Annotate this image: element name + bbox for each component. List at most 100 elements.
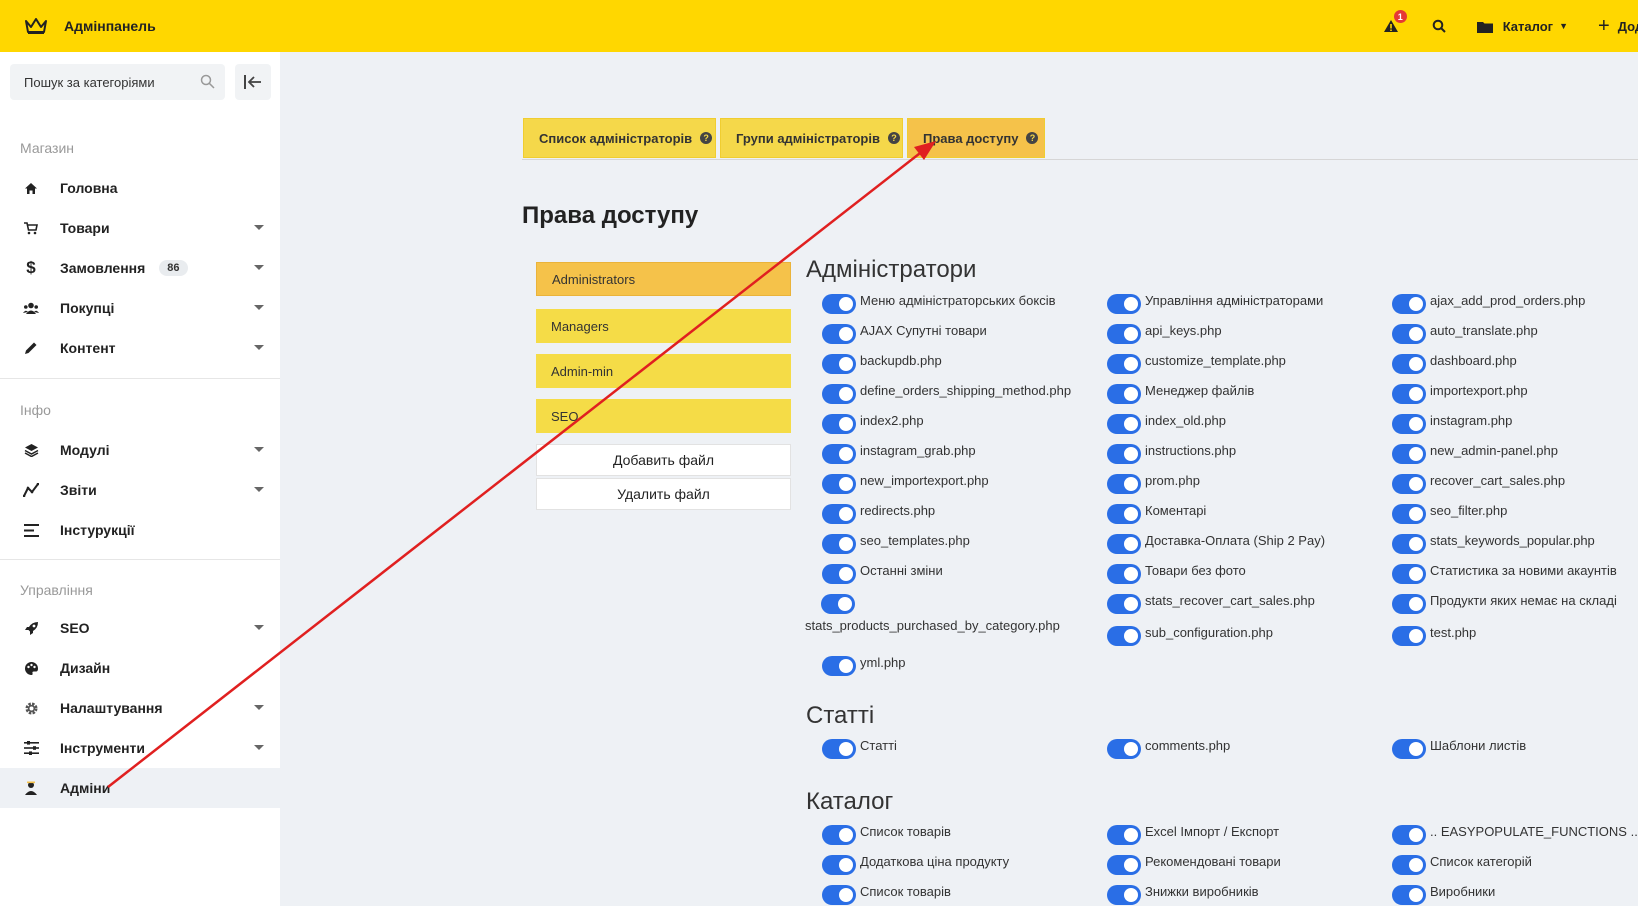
permission-toggle[interactable]	[1392, 294, 1426, 314]
permission-label: recover_cart_sales.php	[1430, 473, 1566, 488]
permission-label: comments.php	[1145, 738, 1231, 753]
permission-toggle[interactable]	[1392, 534, 1426, 554]
sidebar-item-admins[interactable]: Адміни	[0, 768, 280, 808]
permission-toggle[interactable]	[1392, 739, 1426, 759]
permission-toggle[interactable]	[1392, 564, 1426, 584]
sidebar-item-settings[interactable]: Налаштування	[0, 688, 280, 728]
group-item[interactable]: Admin-min	[536, 354, 791, 388]
permission-toggle[interactable]	[1107, 534, 1141, 554]
permission-toggle[interactable]	[1107, 594, 1141, 614]
sidebar-item-instructions[interactable]: Інстурукції	[0, 510, 280, 550]
permission-toggle[interactable]	[1392, 324, 1426, 344]
sidebar-item-home[interactable]: Головна	[0, 168, 280, 208]
permission-toggle[interactable]	[821, 594, 855, 614]
permission-label: api_keys.php	[1145, 323, 1222, 338]
remove-file-button[interactable]: Удалить файл	[536, 478, 791, 510]
sidebar-item-customers[interactable]: Покупці	[0, 288, 280, 328]
permission-toggle[interactable]	[1392, 414, 1426, 434]
permission-toggle[interactable]	[1107, 885, 1141, 905]
permission-toggle[interactable]	[822, 444, 856, 464]
sidebar-item-tools[interactable]: Інструменти	[0, 728, 280, 768]
permission-toggle[interactable]	[1392, 384, 1426, 404]
permission-item: Excel Імпорт / Експорт	[1107, 824, 1279, 845]
permission-toggle[interactable]	[1107, 444, 1141, 464]
permission-item: instructions.php	[1107, 443, 1236, 464]
permission-toggle[interactable]	[822, 885, 856, 905]
permission-toggle[interactable]	[1392, 474, 1426, 494]
permission-toggle[interactable]	[822, 294, 856, 314]
sidebar-item-orders[interactable]: $ Замовлення 86	[0, 248, 280, 288]
category-search-input[interactable]: Пошук за категоріями	[10, 64, 225, 100]
permission-toggle[interactable]	[1392, 855, 1426, 875]
sidebar-item-reports[interactable]: Звіти	[0, 470, 280, 510]
top-bar: Адмінпанель 1 Каталог ▼ + Додати	[0, 0, 1638, 52]
permission-toggle[interactable]	[822, 504, 856, 524]
permission-label: Статистика за новими акаунтів	[1430, 563, 1617, 578]
tab-admin-list[interactable]: Список адміністраторів?	[523, 118, 716, 158]
permission-toggle[interactable]	[1107, 474, 1141, 494]
permission-toggle[interactable]	[1107, 564, 1141, 584]
permission-toggle[interactable]	[822, 414, 856, 434]
tab-access-rights[interactable]: Права доступу?	[907, 118, 1045, 158]
permission-toggle[interactable]	[1107, 324, 1141, 344]
section-heading-articles: Статті	[806, 702, 875, 729]
permission-toggle[interactable]	[822, 564, 856, 584]
permission-item: stats_recover_cart_sales.php	[1107, 593, 1315, 614]
permission-label: Шаблони листів	[1430, 738, 1527, 753]
group-item[interactable]: Administrators	[536, 262, 791, 296]
permission-label: AJAX Супутні товари	[860, 323, 987, 338]
chevron-down-icon	[254, 225, 264, 230]
permission-toggle[interactable]	[1107, 294, 1141, 314]
permission-toggle[interactable]	[1107, 825, 1141, 845]
permission-toggle[interactable]	[1392, 504, 1426, 524]
sidebar-item-design[interactable]: Дизайн	[0, 648, 280, 688]
permission-item: seo_filter.php	[1392, 503, 1507, 524]
permission-toggle[interactable]	[1392, 354, 1426, 374]
collapse-sidebar-button[interactable]	[235, 64, 271, 100]
brand[interactable]: Адмінпанель	[24, 17, 156, 35]
permission-toggle[interactable]	[1107, 384, 1141, 404]
permission-toggle[interactable]	[1107, 504, 1141, 524]
permission-toggle[interactable]	[822, 656, 856, 676]
permission-label: redirects.php	[860, 503, 936, 518]
sidebar-item-label: Налаштування	[60, 700, 163, 716]
add-file-button[interactable]: Добавить файл	[536, 444, 791, 476]
group-item[interactable]: SEO	[536, 399, 791, 433]
tab-admin-groups[interactable]: Групи адміністраторів?	[720, 118, 903, 158]
permission-toggle[interactable]	[1392, 444, 1426, 464]
permission-item: .. EASYPOPULATE_FUNCTIONS ..	[1392, 824, 1638, 845]
permission-toggle[interactable]	[822, 324, 856, 344]
permission-toggle[interactable]	[1392, 825, 1426, 845]
permission-toggle[interactable]	[822, 825, 856, 845]
permission-toggle[interactable]	[822, 354, 856, 374]
sidebar-item-content[interactable]: Контент	[0, 328, 280, 368]
permission-item: instagram.php	[1392, 413, 1512, 434]
alert-button[interactable]: 1	[1381, 10, 1407, 36]
permission-toggle[interactable]	[1392, 626, 1426, 646]
catalog-dropdown[interactable]: Каталог ▼	[1476, 19, 1568, 34]
permission-label: Менеджер файлів	[1145, 383, 1255, 398]
permission-label: Знижки виробників	[1145, 884, 1259, 899]
permission-toggle[interactable]	[822, 534, 856, 554]
permission-item: Продукти яких немає на складі	[1392, 593, 1617, 614]
sidebar-item-seo[interactable]: SEO	[0, 608, 280, 648]
permission-toggle[interactable]	[822, 474, 856, 494]
permission-toggle[interactable]	[1107, 855, 1141, 875]
add-button[interactable]: + Додати	[1598, 15, 1638, 38]
group-item[interactable]: Managers	[536, 309, 791, 343]
permission-toggle[interactable]	[822, 855, 856, 875]
sidebar-item-products[interactable]: Товари	[0, 208, 280, 248]
search-button[interactable]	[1429, 16, 1449, 36]
permission-toggle[interactable]	[1107, 414, 1141, 434]
help-icon: ?	[1026, 132, 1039, 144]
permission-toggle[interactable]	[1107, 739, 1141, 759]
permission-toggle[interactable]	[1392, 885, 1426, 905]
sidebar-item-modules[interactable]: Модулі	[0, 430, 280, 470]
permission-toggle[interactable]	[822, 739, 856, 759]
permission-item: index_old.php	[1107, 413, 1226, 434]
permission-toggle[interactable]	[1107, 354, 1141, 374]
permission-toggle[interactable]	[1392, 594, 1426, 614]
permission-toggle[interactable]	[822, 384, 856, 404]
permission-toggle[interactable]	[1107, 626, 1141, 646]
permission-item: Товари без фото	[1107, 563, 1246, 584]
